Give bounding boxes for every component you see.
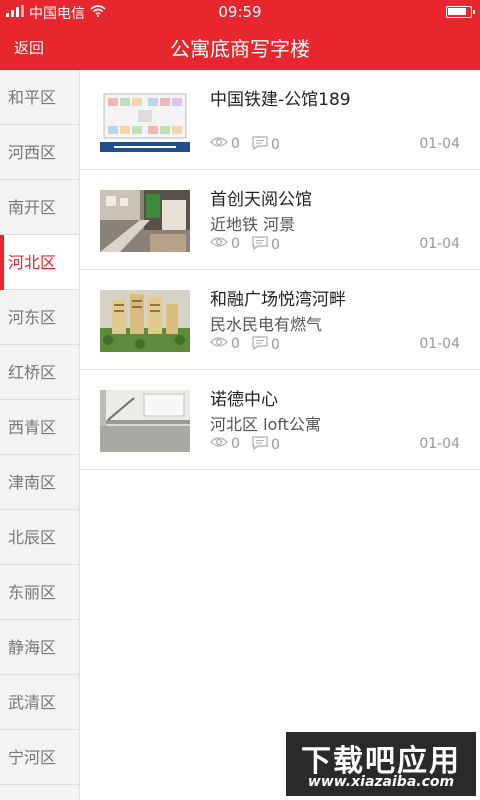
listing-name: 首创天阅公馆 xyxy=(210,190,312,210)
listing-name: 中国铁建-公馆189 xyxy=(210,90,351,110)
eye-icon xyxy=(210,136,228,152)
sidebar-item-nankai[interactable]: 南开区 xyxy=(0,180,79,235)
status-bar: 中国电信 09:59 xyxy=(0,0,480,24)
sidebar-item-ninghe[interactable]: 宁河区 xyxy=(0,730,79,785)
eye-icon xyxy=(210,236,228,252)
sidebar-item-beichen[interactable]: 北辰区 xyxy=(0,510,79,565)
list-item[interactable]: 和融广场悦湾河畔 民水民电有燃气 0 0 01-04 xyxy=(80,270,480,370)
status-time: 09:59 xyxy=(218,3,262,21)
interior-thumbnail xyxy=(100,190,190,252)
list-item[interactable]: 诺德中心 河北区 loft公寓 0 0 01-04 xyxy=(80,370,480,470)
view-count: 0 xyxy=(210,436,240,452)
sidebar-item-hebei[interactable]: 河北区 xyxy=(0,235,79,290)
eye-icon xyxy=(210,436,228,452)
listing-date: 01-04 xyxy=(419,436,460,452)
view-count-value: 0 xyxy=(231,336,240,352)
comment-icon xyxy=(252,236,268,254)
comment-count-value: 0 xyxy=(271,137,280,153)
comment-icon xyxy=(252,336,268,354)
nav-bar: 返回 公寓底商写字楼 xyxy=(0,24,480,70)
sidebar-item-wuqing[interactable]: 武清区 xyxy=(0,675,79,730)
sidebar-item-hedong[interactable]: 河东区 xyxy=(0,290,79,345)
view-count: 0 xyxy=(210,136,240,152)
listing-date: 01-04 xyxy=(419,136,460,152)
comment-icon xyxy=(252,436,268,454)
loft-interior-thumbnail xyxy=(100,390,190,452)
sidebar-item-hexi[interactable]: 河西区 xyxy=(0,125,79,180)
comment-count: 0 xyxy=(252,336,280,354)
sidebar-item-dongli[interactable]: 东丽区 xyxy=(0,565,79,620)
battery-icon xyxy=(446,6,475,18)
building-model-thumbnail xyxy=(100,290,190,352)
district-sidebar: 和平区 河西区 南开区 河北区 河东区 红桥区 西青区 津南区 北辰区 东丽区 … xyxy=(0,70,80,800)
comment-count-value: 0 xyxy=(271,237,280,253)
comment-count: 0 xyxy=(252,436,280,454)
view-count-value: 0 xyxy=(231,436,240,452)
listing-subtitle: 近地铁 河景 xyxy=(210,215,296,234)
listing-subtitle: 民水民电有燃气 xyxy=(210,315,323,334)
sidebar-item-heping[interactable]: 和平区 xyxy=(0,70,79,125)
listing-name: 诺德中心 xyxy=(210,390,278,410)
sidebar-item-jinnan[interactable]: 津南区 xyxy=(0,455,79,510)
eye-icon xyxy=(210,336,228,352)
watermark-logo: 下载吧应用 www.xiazaiba.com xyxy=(286,732,476,796)
listing-date: 01-04 xyxy=(419,336,460,352)
view-count-value: 0 xyxy=(231,136,240,152)
view-count-value: 0 xyxy=(231,236,240,252)
comment-count: 0 xyxy=(252,236,280,254)
listing-date: 01-04 xyxy=(419,236,460,252)
listing-name: 和融广场悦湾河畔 xyxy=(210,290,346,310)
view-count: 0 xyxy=(210,336,240,352)
sidebar-item-xiqing[interactable]: 西青区 xyxy=(0,400,79,455)
page-title: 公寓底商写字楼 xyxy=(170,37,310,61)
floorplan-thumbnail xyxy=(100,90,190,152)
listing-subtitle: 河北区 loft公寓 xyxy=(210,415,321,434)
comment-count-value: 0 xyxy=(271,437,280,453)
comment-icon xyxy=(252,136,268,154)
watermark-url: www.xiazaiba.com xyxy=(307,774,455,790)
view-count: 0 xyxy=(210,236,240,252)
comment-count-value: 0 xyxy=(271,337,280,353)
list-item[interactable]: 首创天阅公馆 近地铁 河景 0 0 01-04 xyxy=(80,170,480,270)
sidebar-item-hongqiao[interactable]: 红桥区 xyxy=(0,345,79,400)
sidebar-item-jinghai[interactable]: 静海区 xyxy=(0,620,79,675)
comment-count: 0 xyxy=(252,136,280,154)
list-item[interactable]: 中国铁建-公馆189 0 0 01-04 xyxy=(80,70,480,170)
listing-list: 中国铁建-公馆189 0 0 01-04 首创天阅公馆 近地铁 河景 0 0 0… xyxy=(80,70,480,470)
